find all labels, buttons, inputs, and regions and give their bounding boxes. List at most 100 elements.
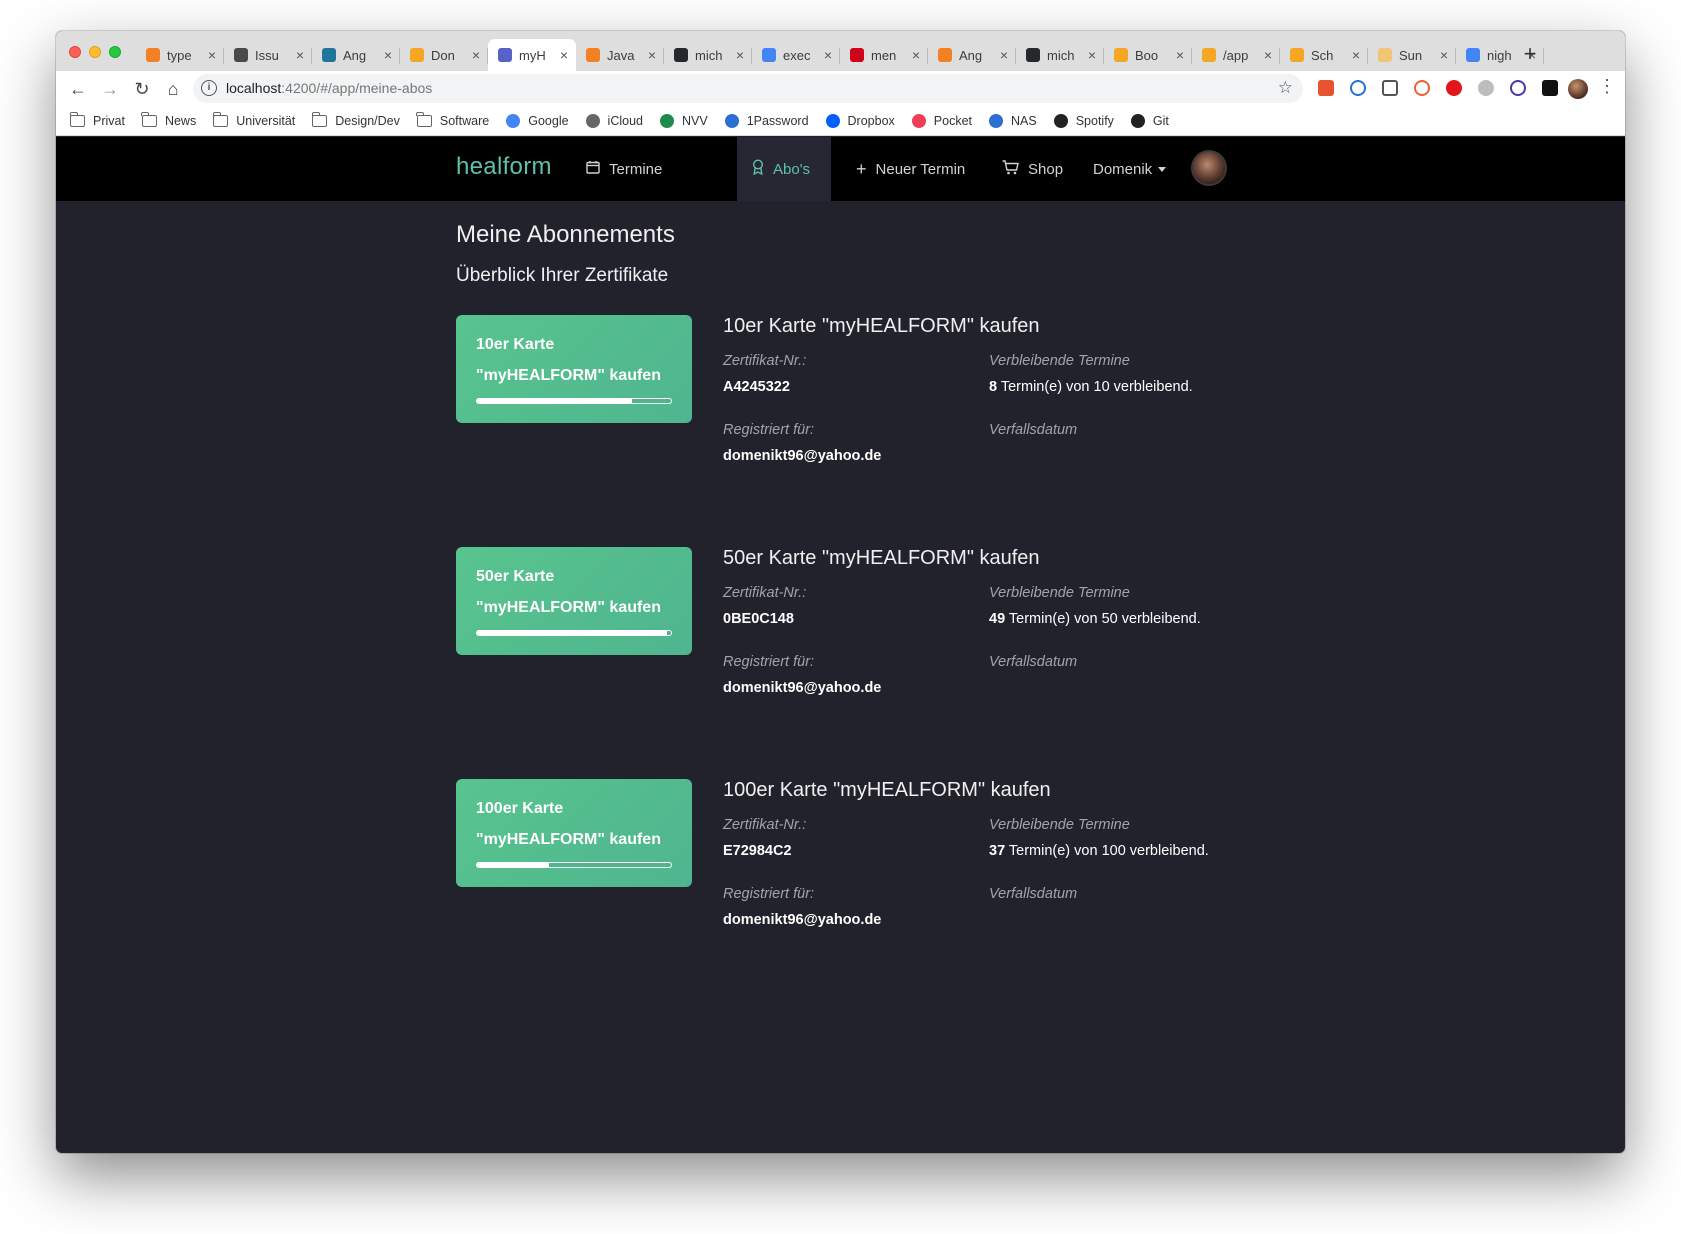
certificate-card[interactable]: 10er Karte "myHEALFORM" kaufen	[456, 315, 692, 423]
browser-tab[interactable]: type ×	[136, 39, 224, 71]
tab-favicon-icon	[1378, 48, 1392, 62]
close-tab-icon[interactable]: ×	[1176, 47, 1184, 63]
close-tab-icon[interactable]: ×	[824, 47, 832, 63]
browser-tab[interactable]: exec ×	[752, 39, 840, 71]
nav-abos[interactable]: Abo's	[737, 137, 831, 201]
bookmark-item[interactable]: Spotify	[1053, 113, 1114, 128]
bookmark-item[interactable]: Google	[506, 113, 569, 128]
extension-icon[interactable]	[1510, 80, 1526, 96]
tab-favicon-icon	[1202, 48, 1216, 62]
bookmark-item[interactable]: Git	[1130, 113, 1169, 128]
bookmark-item[interactable]: Dropbox	[825, 113, 895, 128]
minimize-window-button[interactable]	[89, 46, 101, 58]
nav-termine[interactable]: Termine	[586, 137, 662, 201]
usage-progress-bar	[476, 398, 672, 404]
browser-tab[interactable]: Don ×	[400, 39, 488, 71]
close-window-button[interactable]	[69, 46, 81, 58]
close-tab-icon[interactable]: ×	[472, 47, 480, 63]
new-tab-button[interactable]: +	[1517, 41, 1543, 67]
close-tab-icon[interactable]: ×	[1440, 47, 1448, 63]
bookmark-label: NVV	[681, 113, 708, 128]
reload-icon[interactable]: ↻	[130, 77, 154, 101]
tab-title: Don	[431, 47, 455, 63]
nav-shop[interactable]: Shop	[1002, 137, 1063, 201]
browser-window: type × Issu × Ang × Don × myH × Java × mich × exec × men…	[56, 31, 1625, 1153]
remaining-text: Termin(e) von 50 verbleibend.	[1005, 611, 1201, 627]
browser-tab[interactable]: Boo ×	[1104, 39, 1192, 71]
extension-icon[interactable]	[1414, 80, 1430, 96]
close-tab-icon[interactable]: ×	[296, 47, 304, 63]
remaining-count: 49	[989, 611, 1006, 627]
browser-tab[interactable]: mich ×	[1016, 39, 1104, 71]
close-tab-icon[interactable]: ×	[1352, 47, 1360, 63]
card-title-line1: 10er Karte	[476, 336, 555, 353]
bookmark-item[interactable]: Design/Dev	[311, 111, 400, 128]
bookmark-label: Design/Dev	[335, 113, 400, 128]
close-tab-icon[interactable]: ×	[384, 47, 392, 63]
back-arrow-icon[interactable]: ←	[66, 77, 90, 101]
remaining-value: 8 Termin(e) von 10 verbleibend.	[989, 379, 1193, 395]
certificate-card[interactable]: 50er Karte "myHEALFORM" kaufen	[456, 547, 692, 655]
close-tab-icon[interactable]: ×	[912, 47, 920, 63]
extension-icon[interactable]	[1318, 80, 1334, 96]
close-tab-icon[interactable]: ×	[1088, 47, 1096, 63]
browser-tab[interactable]: Ang ×	[928, 39, 1016, 71]
close-tab-icon[interactable]: ×	[560, 47, 568, 63]
brand-logo[interactable]: healform	[456, 153, 552, 181]
browser-tab[interactable]: Issu ×	[224, 39, 312, 71]
browser-tab[interactable]: /app ×	[1192, 39, 1280, 71]
bookmark-item[interactable]: 1Password	[724, 113, 809, 128]
bookmark-item[interactable]: NVV	[659, 113, 708, 128]
usage-progress-fill	[477, 631, 668, 635]
folder-icon	[416, 111, 432, 127]
bookmark-star-icon[interactable]: ☆	[1278, 78, 1293, 98]
tab-title: myH	[519, 47, 546, 63]
home-icon[interactable]: ⌂	[161, 77, 185, 101]
profile-avatar[interactable]	[1568, 79, 1588, 99]
browser-tab[interactable]: mich ×	[664, 39, 752, 71]
extension-icon[interactable]	[1478, 80, 1494, 96]
browser-tab[interactable]: myH ×	[488, 39, 576, 71]
browser-tab[interactable]: Java ×	[576, 39, 664, 71]
info-icon[interactable]: i	[201, 80, 217, 96]
user-dropdown[interactable]: Domenik	[1093, 137, 1167, 201]
jetbrains-extension-icon[interactable]	[1542, 80, 1558, 96]
close-tab-icon[interactable]: ×	[648, 47, 656, 63]
nav-termine-label: Termine	[609, 160, 663, 178]
adblock-extension-icon[interactable]	[1446, 80, 1462, 96]
tab-favicon-icon	[938, 48, 952, 62]
browser-tab[interactable]: Sun ×	[1368, 39, 1456, 71]
user-name: Domenik	[1093, 160, 1153, 178]
close-tab-icon[interactable]: ×	[1000, 47, 1008, 63]
award-icon	[752, 159, 764, 179]
close-tab-icon[interactable]: ×	[736, 47, 744, 63]
user-avatar[interactable]	[1191, 150, 1227, 186]
tab-favicon-icon	[234, 48, 248, 62]
close-tab-icon[interactable]: ×	[208, 47, 216, 63]
nav-neuer-termin[interactable]: + Neuer Termin	[856, 137, 965, 201]
certificate-card[interactable]: 100er Karte "myHEALFORM" kaufen	[456, 779, 692, 887]
cert-nr-label: Zertifikat-Nr.:	[723, 817, 807, 833]
bookmark-item[interactable]: Software	[416, 111, 489, 128]
browser-tab[interactable]: Ang ×	[312, 39, 400, 71]
bookmark-label: Google	[528, 113, 569, 128]
tab-favicon-icon	[410, 48, 424, 62]
browser-tab[interactable]: Sch ×	[1280, 39, 1368, 71]
browser-tab[interactable]: men ×	[840, 39, 928, 71]
onepassword-extension-icon[interactable]	[1350, 80, 1366, 96]
tab-favicon-icon	[498, 48, 512, 62]
folder-icon	[311, 111, 328, 127]
menu-dots-icon[interactable]: ⋮	[1598, 76, 1616, 97]
bookmark-item[interactable]: Universität	[212, 111, 295, 128]
bookmark-item[interactable]: NAS	[989, 113, 1037, 128]
maximize-window-button[interactable]	[109, 46, 121, 58]
bookmark-item[interactable]: News	[141, 111, 196, 128]
forward-arrow-icon[interactable]: →	[98, 77, 122, 101]
pocket-extension-icon[interactable]	[1382, 80, 1398, 96]
bookmark-item[interactable]: Pocket	[911, 113, 972, 128]
close-tab-icon[interactable]: ×	[1264, 47, 1272, 63]
bookmark-item[interactable]: Privat	[69, 111, 125, 128]
remaining-label: Verbleibende Termine	[989, 585, 1130, 601]
bookmark-item[interactable]: iCloud	[585, 113, 643, 128]
address-bar[interactable]: i localhost:4200/#/app/meine-abos ☆	[193, 74, 1303, 103]
